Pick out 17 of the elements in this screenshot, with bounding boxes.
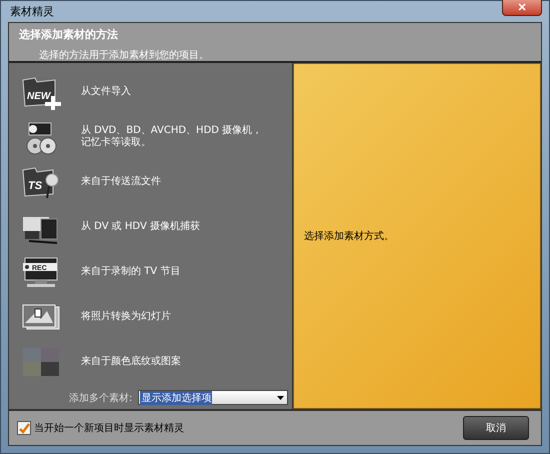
method-option[interactable]: 将照片转换为幻灯片: [81, 310, 171, 322]
header-title: 选择添加素材的方法: [19, 27, 119, 42]
multi-add-label: 添加多个素材:: [69, 392, 132, 404]
cancel-button[interactable]: 取消: [463, 416, 529, 440]
window-title: 素材精灵: [9, 4, 54, 19]
checkbox[interactable]: [17, 421, 31, 435]
preview-text: 选择添加素材方式。: [304, 230, 394, 243]
method-option[interactable]: 从文件导入: [81, 86, 131, 98]
method-option[interactable]: 从 DVD、BD、AVCHD、HDD 摄像机，记忆卡等读取。: [81, 125, 263, 148]
method-option[interactable]: 从 DV 或 HDV 摄像机捕获: [81, 220, 200, 232]
method-option[interactable]: 来自于颜色底纹或图案: [81, 356, 181, 368]
method-option[interactable]: 来自于录制的 TV 节目: [81, 266, 180, 278]
header-subtitle: 选择的方法用于添加素材到您的项目。: [38, 48, 210, 62]
close-button[interactable]: ✕: [502, 0, 542, 16]
method-option[interactable]: 来自于传送流文件: [81, 176, 161, 188]
checkbox-label: 当开始一个新项目时显示素材精灵: [34, 422, 184, 435]
multi-add-dropdown[interactable]: 显示添加选择项: [138, 390, 288, 405]
